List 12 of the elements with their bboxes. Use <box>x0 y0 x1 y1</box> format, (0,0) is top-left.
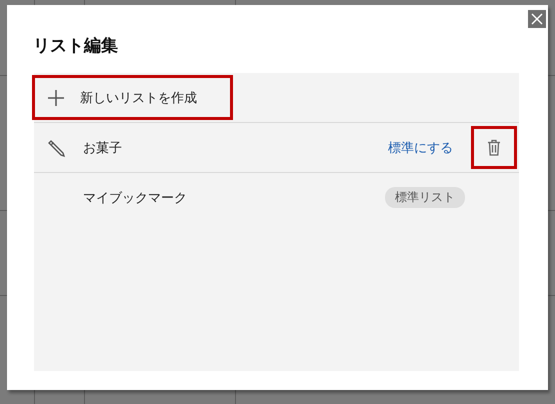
set-default-link[interactable]: 標準にする <box>388 138 453 156</box>
close-icon <box>531 13 543 25</box>
list-name: マイブックマーク <box>83 190 187 206</box>
create-list-button[interactable]: 新しいリストを作成 <box>32 75 233 120</box>
list-name: お菓子 <box>83 140 122 156</box>
default-list-tag: 標準リスト <box>385 187 465 208</box>
pencil-icon[interactable] <box>48 138 66 156</box>
delete-button[interactable] <box>471 126 517 169</box>
trash-icon <box>487 139 501 156</box>
plus-icon <box>48 90 64 106</box>
close-button[interactable] <box>528 10 546 28</box>
dialog-title: リスト編集 <box>33 35 119 57</box>
